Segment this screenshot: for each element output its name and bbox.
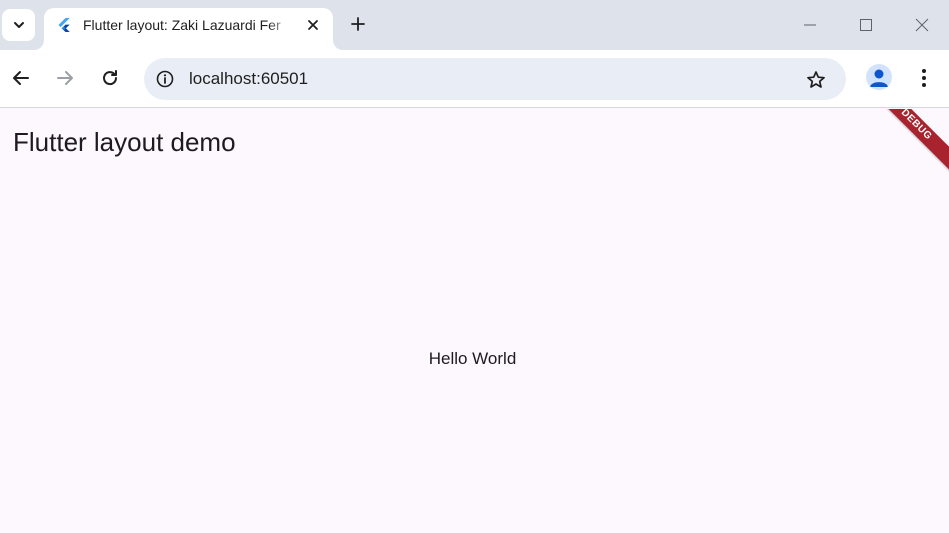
tab-title: Flutter layout: Zaki Lazuardi Fer (83, 17, 281, 33)
arrow-right-icon (57, 71, 73, 85)
body-text: Hello World (428, 349, 517, 368)
minimize-icon (804, 24, 816, 26)
close-icon (308, 20, 318, 30)
browser-tab-active[interactable]: Flutter layout: Zaki Lazuardi Fer (44, 8, 333, 50)
profile-button[interactable] (866, 64, 892, 90)
chevron-down-icon (13, 22, 24, 28)
more-vert-icon (922, 69, 926, 87)
maximize-button[interactable] (838, 0, 894, 50)
reload-button[interactable] (93, 61, 127, 95)
minimize-button[interactable] (782, 0, 838, 50)
reload-icon (103, 70, 118, 86)
browser-menu-button[interactable] (910, 61, 938, 95)
flutter-logo-icon (58, 18, 70, 32)
maximize-icon (860, 19, 872, 31)
person-icon (870, 69, 888, 87)
app-bar-title: Flutter layout demo (13, 127, 236, 157)
tab-close-button[interactable] (303, 15, 323, 35)
new-tab-button[interactable] (344, 10, 372, 38)
app-viewport: Flutter layout demo Hello World DEBUG (0, 109, 949, 533)
star-icon (807, 71, 825, 88)
browser-toolbar: localhost:60501 (0, 50, 949, 108)
site-info-button[interactable] (152, 66, 178, 92)
tab-search-button[interactable] (2, 9, 35, 41)
debug-banner: DEBUG (864, 109, 949, 177)
url-text[interactable]: localhost:60501 (189, 69, 308, 89)
plus-icon (351, 17, 365, 31)
window-close-button[interactable] (894, 0, 949, 50)
tab-strip: Flutter layout: Zaki Lazuardi Fer (0, 0, 949, 50)
back-button[interactable] (4, 61, 38, 95)
forward-button[interactable] (48, 61, 82, 95)
address-bar[interactable]: localhost:60501 (144, 58, 846, 100)
bookmark-button[interactable] (802, 66, 830, 94)
info-icon (156, 70, 174, 88)
close-icon (915, 18, 929, 32)
arrow-left-icon (13, 71, 29, 85)
